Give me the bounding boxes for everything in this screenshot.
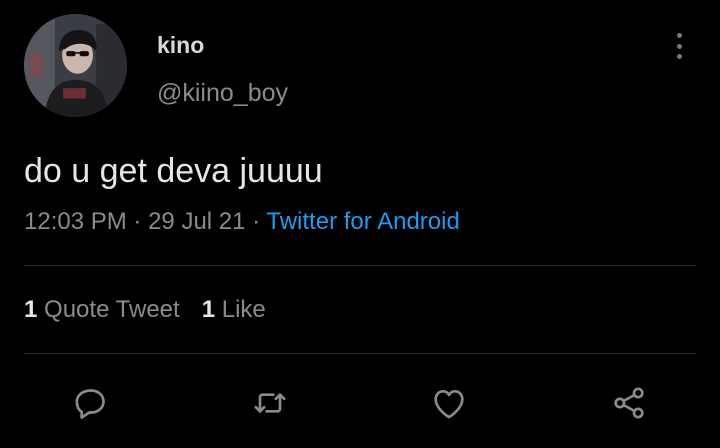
avatar[interactable] [24,14,127,117]
divider [24,265,696,266]
engagement-stats: 1 Quote Tweet 1 Like [24,296,266,324]
quote-tweets-stat[interactable]: 1 Quote Tweet [24,296,180,323]
share-button[interactable] [606,380,652,426]
display-name[interactable]: kino [157,32,204,59]
avatar-photo [24,14,127,117]
like-label: Like [221,296,266,323]
divider [24,353,696,354]
tweet-metadata: 12:03 PM · 29 Jul 21 · Twitter for Andro… [24,208,460,236]
share-icon [614,387,644,419]
heart-icon [434,390,464,419]
user-handle[interactable]: @kiino_boy [157,79,288,108]
meta-separator: · [252,208,261,235]
reply-button[interactable] [68,380,114,426]
likes-stat[interactable]: 1 Like [202,296,266,323]
tweet-time: 12:03 PM [24,208,127,235]
more-options-button[interactable] [668,30,690,62]
quote-label: Quote Tweet [44,296,180,323]
tweet-detail: kino @kiino_boy do u get deva juuuu 12:0… [0,0,720,448]
retweet-icon [254,393,286,413]
tweet-source-link[interactable]: Twitter for Android [266,208,459,235]
tweet-actions [0,380,720,426]
more-vertical-icon [676,33,682,38]
tweet-text: do u get deva juuuu [24,152,323,190]
quote-count: 1 [24,296,38,323]
reply-icon [75,389,105,419]
meta-separator: · [133,208,142,235]
retweet-button[interactable] [247,380,293,426]
like-button[interactable] [426,380,472,426]
like-count: 1 [201,296,216,323]
tweet-date: 29 Jul 21 [148,208,246,235]
